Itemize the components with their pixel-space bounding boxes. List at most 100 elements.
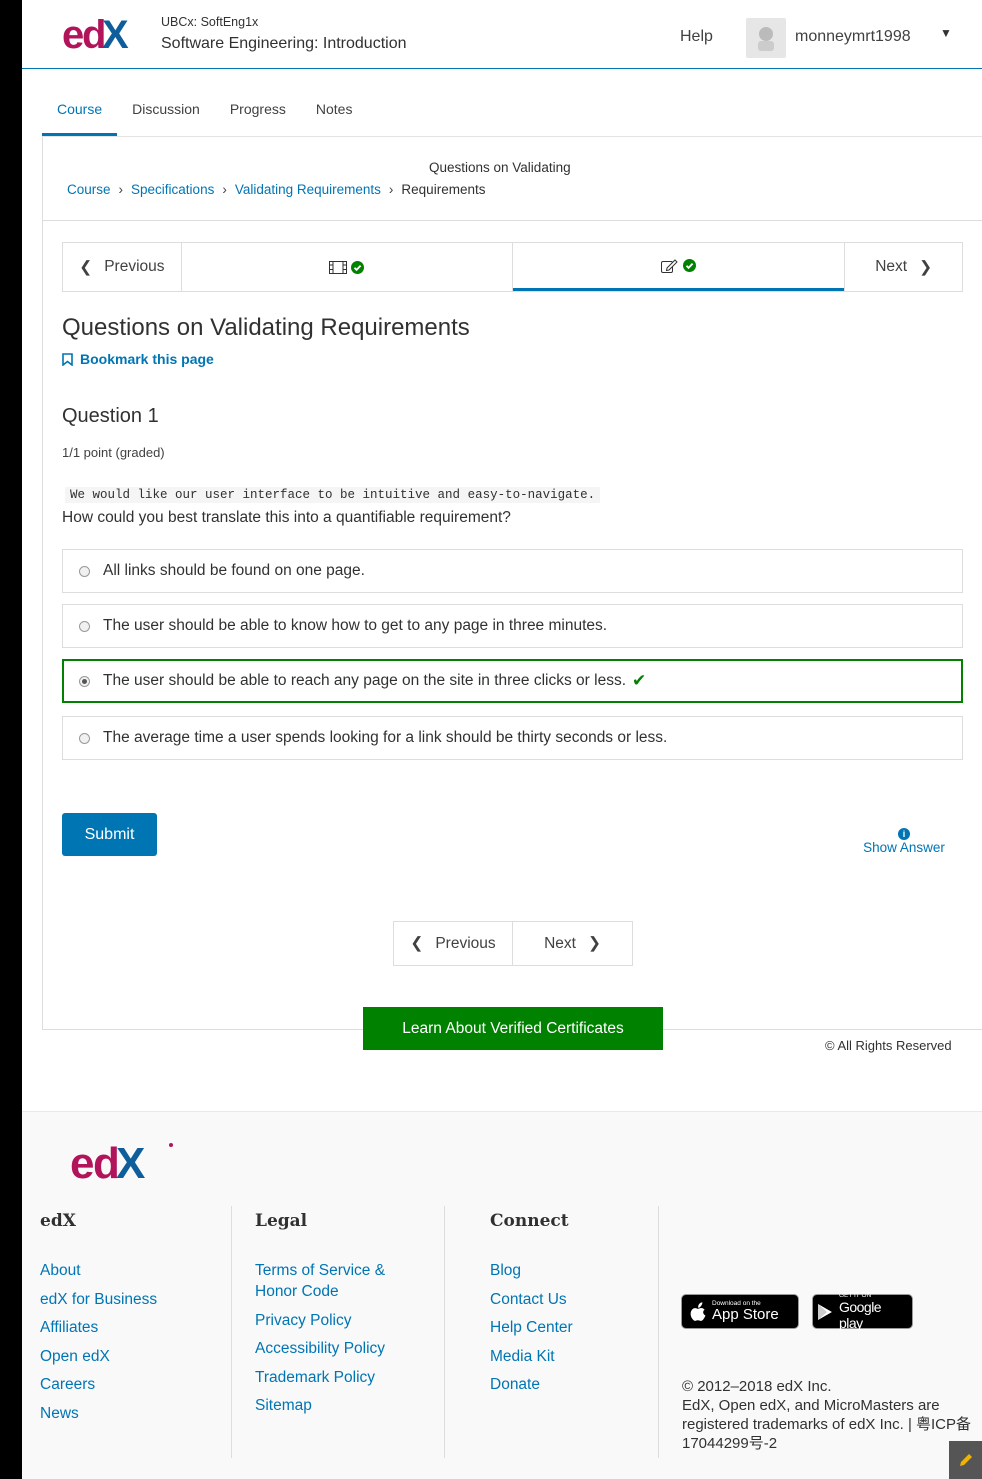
- info-icon: i: [898, 828, 910, 840]
- radio-button[interactable]: [79, 620, 90, 632]
- bookmark-icon: [62, 352, 73, 366]
- footer-link-help-center[interactable]: Help Center: [490, 1317, 650, 1338]
- footer-link-privacy[interactable]: Privacy Policy: [255, 1310, 435, 1331]
- svg-text:X: X: [116, 1140, 145, 1182]
- copyright-text: © 2012–2018 edX Inc.: [682, 1378, 832, 1395]
- site-header: e d X UBCx: SoftEng1x Software Engineeri…: [22, 0, 982, 69]
- page: e d X UBCx: SoftEng1x Software Engineeri…: [22, 0, 982, 1479]
- footer-link-trademark[interactable]: Trademark Policy: [255, 1367, 435, 1388]
- footer-link-sitemap[interactable]: Sitemap: [255, 1395, 435, 1416]
- sequence-next-button[interactable]: Next ❯: [844, 243, 962, 291]
- breadcrumb-separator-icon: ›: [388, 182, 394, 197]
- footer-copyright: © 2012–2018 edX Inc. EdX, Open edX, and …: [682, 1377, 972, 1453]
- footer-column-legal: Legal Terms of Service & Honor Code Priv…: [255, 1205, 435, 1424]
- google-play-icon: [817, 1303, 832, 1320]
- footer-column-edx: edX About edX for Business Affiliates Op…: [40, 1205, 220, 1431]
- check-circle-icon: [351, 260, 365, 274]
- footer-link-blog[interactable]: Blog: [490, 1260, 650, 1281]
- sequence-tab-video[interactable]: [182, 243, 513, 291]
- choice-option[interactable]: All links should be found on one page.: [62, 549, 963, 593]
- problem-title: Question 1: [62, 405, 159, 427]
- footer-link-terms[interactable]: Terms of Service & Honor Code: [255, 1260, 405, 1302]
- radio-button[interactable]: [79, 565, 90, 577]
- sequence-nav: ❮ Previous Next ❯: [62, 242, 963, 292]
- choice-option[interactable]: The user should be able to know how to g…: [62, 604, 963, 648]
- correct-check-icon: ✔: [632, 671, 647, 690]
- problem-code-text: We would like our user interface to be i…: [65, 487, 601, 503]
- breadcrumb-divider: [42, 220, 982, 221]
- submit-button[interactable]: Submit: [62, 813, 157, 856]
- breadcrumb-current: Requirements: [401, 182, 486, 197]
- footer-link-open-edx[interactable]: Open edX: [40, 1346, 220, 1367]
- chevron-right-icon: ❯: [919, 258, 933, 276]
- radio-button[interactable]: [79, 732, 90, 744]
- footer-link-news[interactable]: News: [40, 1403, 220, 1424]
- footer-heading: Legal: [255, 1211, 308, 1231]
- breadcrumb-separator-icon: ›: [118, 182, 124, 197]
- google-play-big: Google play: [838, 1299, 882, 1331]
- radio-button-selected[interactable]: [79, 675, 90, 687]
- rights-notice: © All Rights Reserved: [825, 1038, 952, 1053]
- sequence-previous-label: Previous: [104, 258, 165, 275]
- tab-course[interactable]: Course: [42, 90, 118, 136]
- breadcrumb-course[interactable]: Course: [67, 182, 111, 197]
- footer-link-affiliates[interactable]: Affiliates: [40, 1317, 220, 1338]
- bottom-next-label: Next: [544, 934, 576, 952]
- footer-divider: [231, 1206, 232, 1458]
- verified-certificates-button[interactable]: Learn About Verified Certificates: [363, 1007, 663, 1050]
- bookmark-label: Bookmark this page: [80, 351, 214, 367]
- breadcrumb-validating-requirements[interactable]: Validating Requirements: [235, 182, 381, 197]
- app-store-badge[interactable]: Download on the App Store: [681, 1294, 799, 1329]
- choice-label: The user should be able to know how to g…: [103, 617, 608, 634]
- bottom-previous-button[interactable]: ❮ Previous: [394, 922, 513, 965]
- footer-link-business[interactable]: edX for Business: [40, 1289, 220, 1310]
- breadcrumb-subtitle: Questions on Validating: [429, 160, 571, 175]
- choice-label: All links should be found on one page.: [103, 562, 365, 579]
- footer-divider: [658, 1206, 659, 1458]
- choice-label: The average time a user spends looking f…: [103, 729, 668, 746]
- svg-text:X: X: [102, 14, 129, 54]
- tab-discussion[interactable]: Discussion: [117, 90, 215, 136]
- footer-link-accessibility[interactable]: Accessibility Policy: [255, 1338, 435, 1359]
- video-icon: [329, 260, 348, 274]
- footer-divider: [444, 1206, 445, 1458]
- unit-title: Questions on Validating Requirements: [62, 314, 470, 341]
- edx-logo[interactable]: e d X: [62, 14, 142, 54]
- choice-option[interactable]: The average time a user spends looking f…: [62, 716, 963, 760]
- bottom-previous-label: Previous: [435, 934, 496, 952]
- footer-link-careers[interactable]: Careers: [40, 1374, 220, 1395]
- svg-text:d: d: [82, 14, 104, 54]
- breadcrumb: Course › Specifications › Validating Req…: [67, 182, 485, 197]
- username[interactable]: monneymrt1998: [795, 28, 911, 46]
- user-menu-caret-icon[interactable]: ▼: [940, 26, 952, 40]
- footer-link-contact[interactable]: Contact Us: [490, 1289, 650, 1310]
- bookmark-button[interactable]: Bookmark this page: [62, 351, 214, 367]
- show-answer-button[interactable]: i Show Answer: [858, 825, 950, 855]
- breadcrumb-specifications[interactable]: Specifications: [131, 182, 214, 197]
- problem-score: 1/1 point (graded): [62, 445, 165, 460]
- google-play-badge[interactable]: GET IT ON Google play: [812, 1292, 913, 1331]
- footer-link-media-kit[interactable]: Media Kit: [490, 1346, 650, 1367]
- choice-option-selected[interactable]: The user should be able to reach any pag…: [62, 659, 963, 703]
- footer-edx-logo[interactable]: e d X: [70, 1140, 176, 1182]
- footer-heading: edX: [40, 1211, 76, 1231]
- edit-pencil-button[interactable]: [949, 1441, 982, 1479]
- sequence-tab-problem[interactable]: [513, 243, 845, 291]
- chevron-left-icon: ❮: [79, 258, 93, 276]
- tab-notes[interactable]: Notes: [301, 90, 368, 136]
- google-play-small: GET IT ON: [838, 1292, 872, 1299]
- edit-icon: [661, 258, 678, 273]
- svg-text:e: e: [70, 1140, 93, 1182]
- user-avatar-icon: [758, 27, 774, 51]
- tab-progress[interactable]: Progress: [215, 90, 301, 136]
- course-org: UBCx: SoftEng1x: [161, 15, 259, 29]
- course-tabs: Course Discussion Progress Notes: [42, 90, 367, 136]
- bottom-next-button[interactable]: Next ❯: [513, 922, 632, 965]
- sequence-previous-button[interactable]: ❮ Previous: [63, 243, 182, 291]
- footer-link-donate[interactable]: Donate: [490, 1374, 650, 1395]
- problem-prompt: How could you best translate this into a…: [62, 509, 511, 526]
- help-link[interactable]: Help: [680, 28, 713, 46]
- footer-column-connect: Connect Blog Contact Us Help Center Medi…: [490, 1205, 650, 1403]
- avatar[interactable]: [746, 18, 786, 58]
- footer-link-about[interactable]: About: [40, 1260, 220, 1281]
